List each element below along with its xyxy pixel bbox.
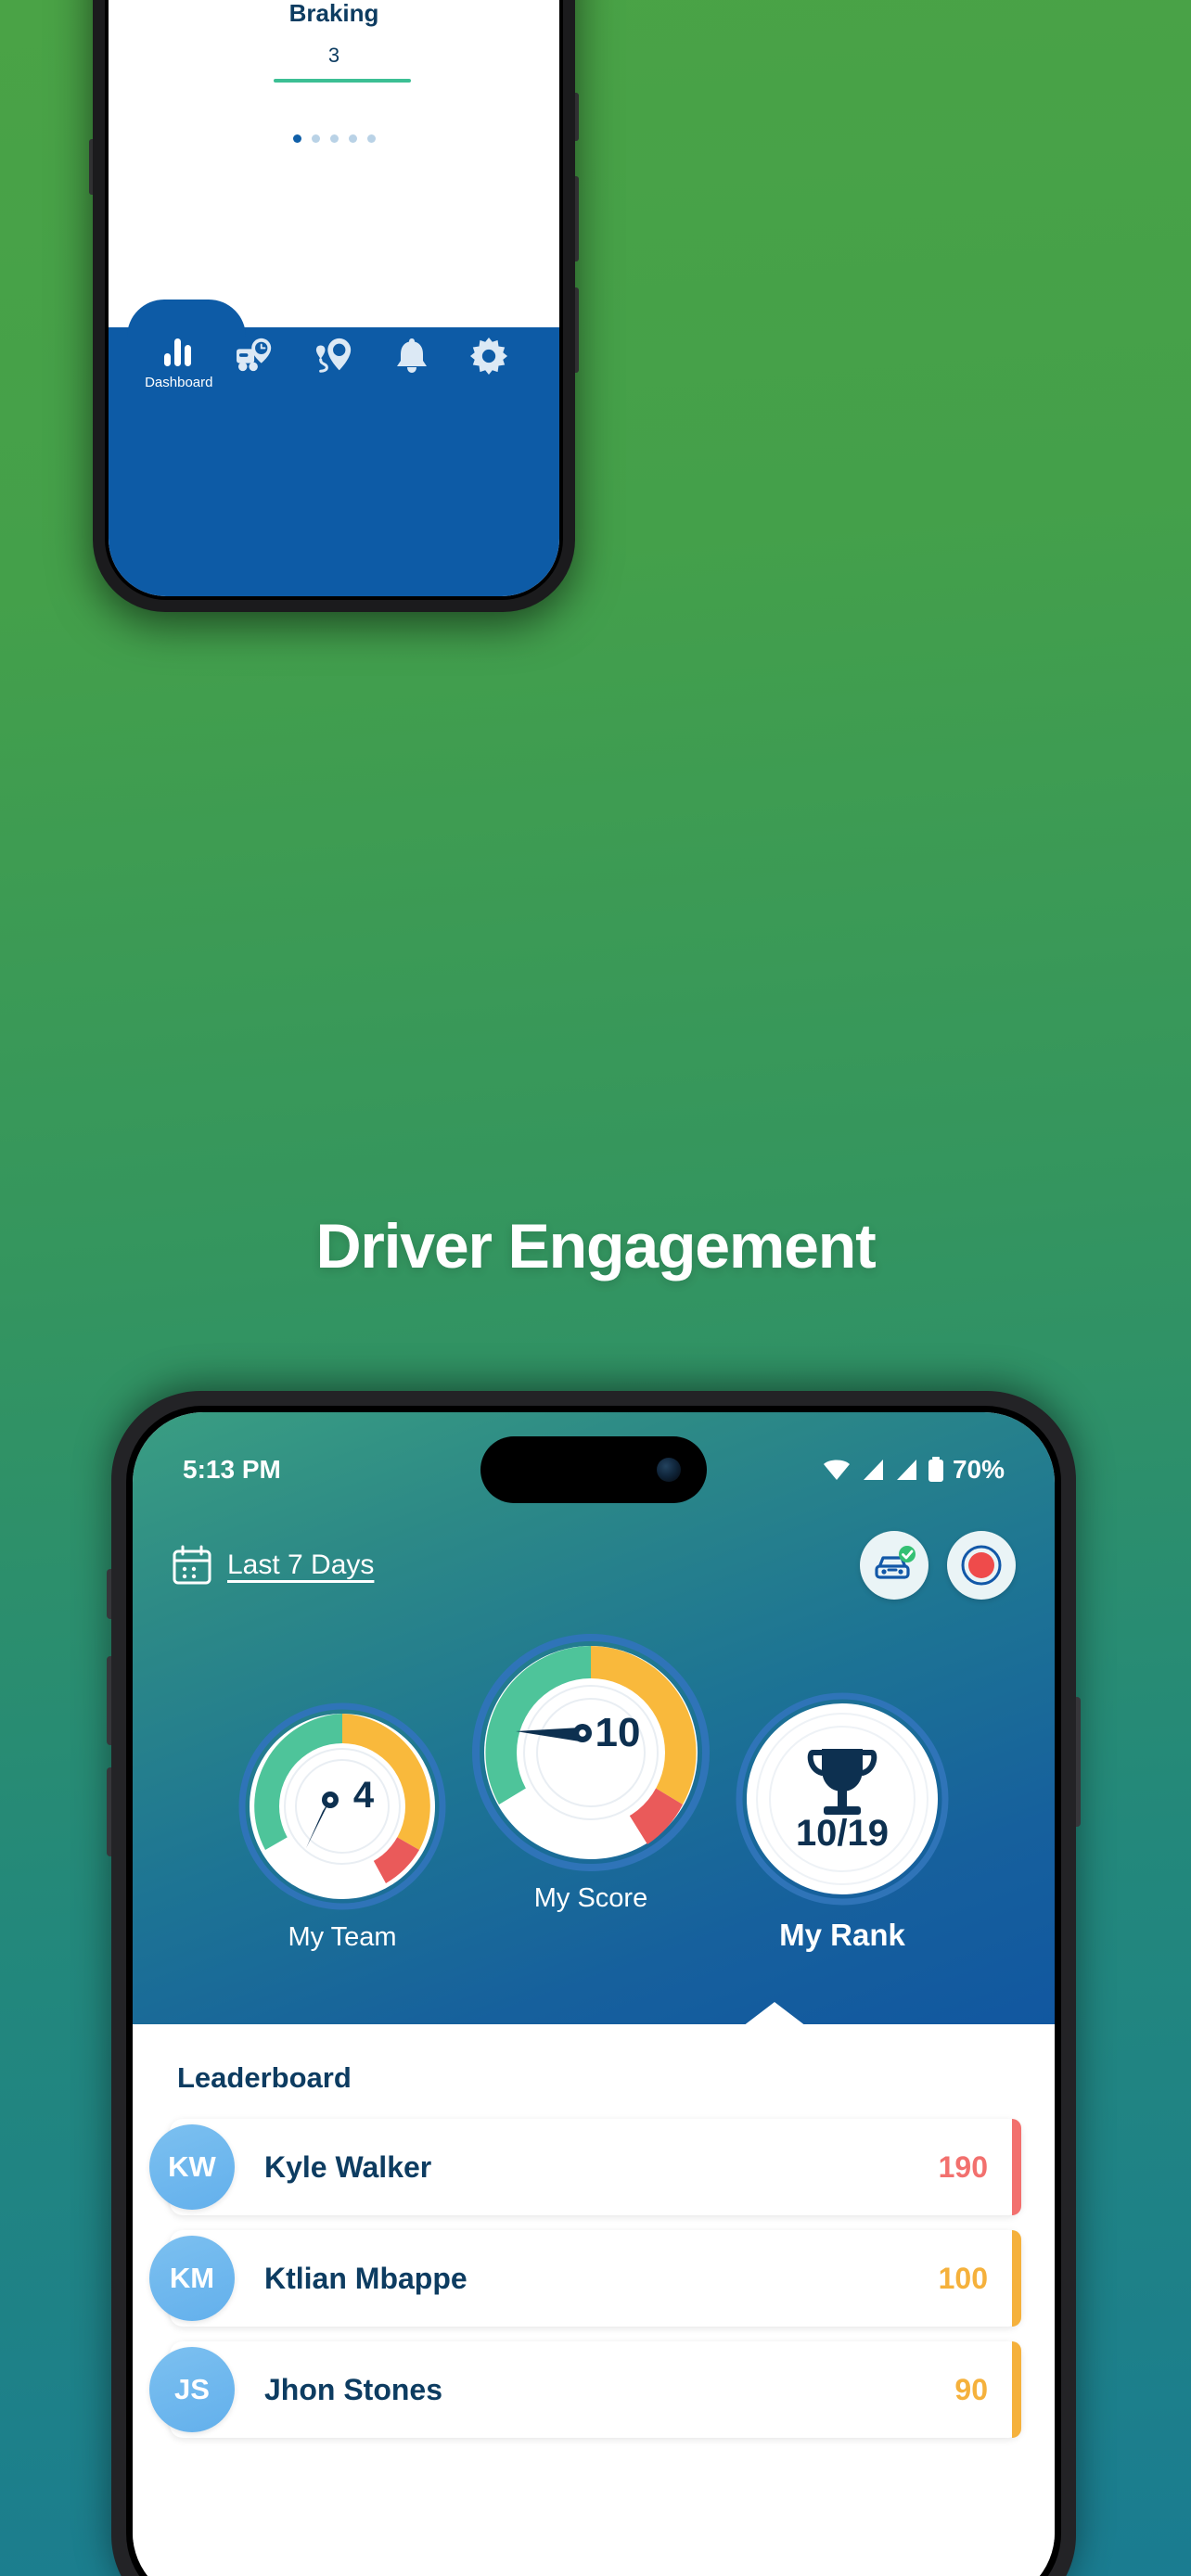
route-pin-icon: [315, 338, 352, 373]
phone2-volume-up[interactable]: [107, 1656, 111, 1745]
nav-item-trips[interactable]: [218, 337, 296, 378]
gauge-label-my-team: My Team: [288, 1922, 397, 1952]
row-accent-bar: [1012, 2341, 1021, 2438]
poster-background: 100% Green Drivers 0% Yellow Drivers 0% …: [0, 0, 1191, 2576]
page-headline: Driver Engagement: [315, 1211, 876, 1282]
gear-icon: [470, 337, 508, 376]
date-range-label: Last 7 Days: [227, 1549, 375, 1580]
car-check-icon: [875, 1546, 916, 1579]
phone2-power-button[interactable]: [1076, 1697, 1081, 1827]
my-rank-value: 10/19: [796, 1813, 889, 1854]
event-underline: [274, 79, 411, 83]
nav-item-settings[interactable]: [450, 337, 528, 380]
gauge-my-team[interactable]: 4 My Team: [237, 1702, 447, 1953]
status-time: 5:13 PM: [183, 1455, 281, 1484]
my-rank-dial: 10/19: [736, 1692, 949, 1906]
table-row[interactable]: JS Jhon Stones 90: [149, 2341, 1021, 2438]
phone1-side-button-2[interactable]: [575, 176, 579, 261]
event-name: Braking: [288, 0, 379, 27]
panel-pointer-arrow: [743, 2002, 806, 2026]
header-actions: [860, 1531, 1016, 1600]
vehicle-check-button[interactable]: [860, 1531, 928, 1600]
record-button[interactable]: [947, 1531, 1016, 1600]
nav-item-alerts[interactable]: [373, 337, 451, 380]
battery-percent: 70%: [952, 1455, 1005, 1484]
avatar: JS: [149, 2347, 235, 2432]
date-range-selector[interactable]: Last 7 Days: [172, 1545, 374, 1586]
dashboard-bars-icon: [163, 338, 191, 366]
event-count: 3: [327, 44, 340, 67]
row-accent-bar: [1012, 2119, 1021, 2215]
nav-items: Dashboard: [125, 327, 543, 390]
wifi-icon: [823, 1460, 850, 1480]
signal-icon-2: [896, 1460, 916, 1480]
calendar-icon: [173, 1545, 211, 1585]
phone-device-top: 100% Green Drivers 0% Yellow Drivers 0% …: [89, 0, 579, 612]
carousel-dot-3[interactable]: [329, 134, 339, 143]
carousel-dot-1[interactable]: [292, 134, 301, 143]
leaderboard-title: Leaderboard: [177, 2061, 352, 2094]
carousel-dot-4[interactable]: [348, 134, 357, 143]
phone1-bezel: 100% Green Drivers 0% Yellow Drivers 0% …: [105, 0, 563, 600]
engagement-header-panel: 5:13 PM 70% Last 7 Days 4 My Team 10 My …: [133, 1412, 1055, 2024]
my-score-dial: 10: [472, 1634, 710, 1871]
battery-icon: [928, 1457, 943, 1482]
record-icon: [961, 1545, 1002, 1586]
nav-label-dashboard: Dashboard: [145, 375, 213, 390]
carousel-dot-5[interactable]: [366, 134, 376, 143]
truck-clock-icon: [237, 338, 272, 372]
carousel-dots[interactable]: [109, 134, 559, 143]
driver-score: 190: [938, 2149, 988, 2184]
avatar: KM: [149, 2236, 235, 2321]
phone-device-bottom: 5:13 PM 70% Last 7 Days 4 My Team 10 My …: [107, 1391, 1081, 2576]
my-team-dial: 4: [238, 1702, 446, 1910]
table-row[interactable]: KW Kyle Walker 190: [149, 2119, 1021, 2215]
table-row[interactable]: KM Ktlian Mbappe 100: [149, 2230, 1021, 2327]
driver-name: Jhon Stones: [264, 2372, 443, 2406]
dynamic-island: [480, 1436, 707, 1503]
phone2-bezel: 5:13 PM 70% Last 7 Days 4 My Team 10 My …: [126, 1406, 1061, 2576]
bottom-navigation-bar: Dashboard: [109, 300, 559, 596]
driver-name: Kyle Walker: [264, 2149, 432, 2184]
my-score-value: 10: [596, 1710, 641, 1755]
avatar: KW: [149, 2124, 235, 2210]
gauge-my-score[interactable]: 10 My Score: [471, 1633, 711, 1914]
my-team-value: 4: [353, 1775, 375, 1816]
nav-item-dashboard[interactable]: Dashboard: [140, 337, 218, 390]
phone2-volume-down[interactable]: [107, 1767, 111, 1856]
nav-item-routes[interactable]: [295, 337, 373, 380]
driver-name: Ktlian Mbappe: [264, 2261, 467, 2295]
gauge-row: 4 My Team 10 My Score 10/19 My Rank: [133, 1600, 1055, 1953]
driver-score: 100: [938, 2261, 988, 2295]
phone1-side-button-1[interactable]: [575, 93, 579, 141]
carousel-dot-2[interactable]: [311, 134, 320, 143]
phone2-screen: 5:13 PM 70% Last 7 Days 4 My Team 10 My …: [133, 1412, 1055, 2576]
driver-score: 90: [954, 2372, 988, 2406]
leaderboard-panel: Leaderboard KW Kyle Walker 190 KM Ktlian…: [133, 2002, 1055, 2576]
phone1-side-button-3[interactable]: [575, 287, 579, 373]
engagement-toolbar: Last 7 Days: [133, 1527, 1055, 1600]
phone2-side-button-1[interactable]: [107, 1569, 111, 1619]
phone1-screen: 100% Green Drivers 0% Yellow Drivers 0% …: [109, 0, 559, 596]
phone1-left-button[interactable]: [89, 139, 93, 195]
bell-icon: [396, 338, 427, 373]
signal-icon: [863, 1460, 883, 1480]
status-indicators: 70%: [821, 1455, 1005, 1485]
gauge-label-my-rank: My Rank: [779, 1918, 905, 1952]
row-accent-bar: [1012, 2230, 1021, 2327]
gauge-label-my-score: My Score: [533, 1883, 648, 1913]
gauge-my-rank[interactable]: 10/19 My Rank: [735, 1691, 950, 1953]
